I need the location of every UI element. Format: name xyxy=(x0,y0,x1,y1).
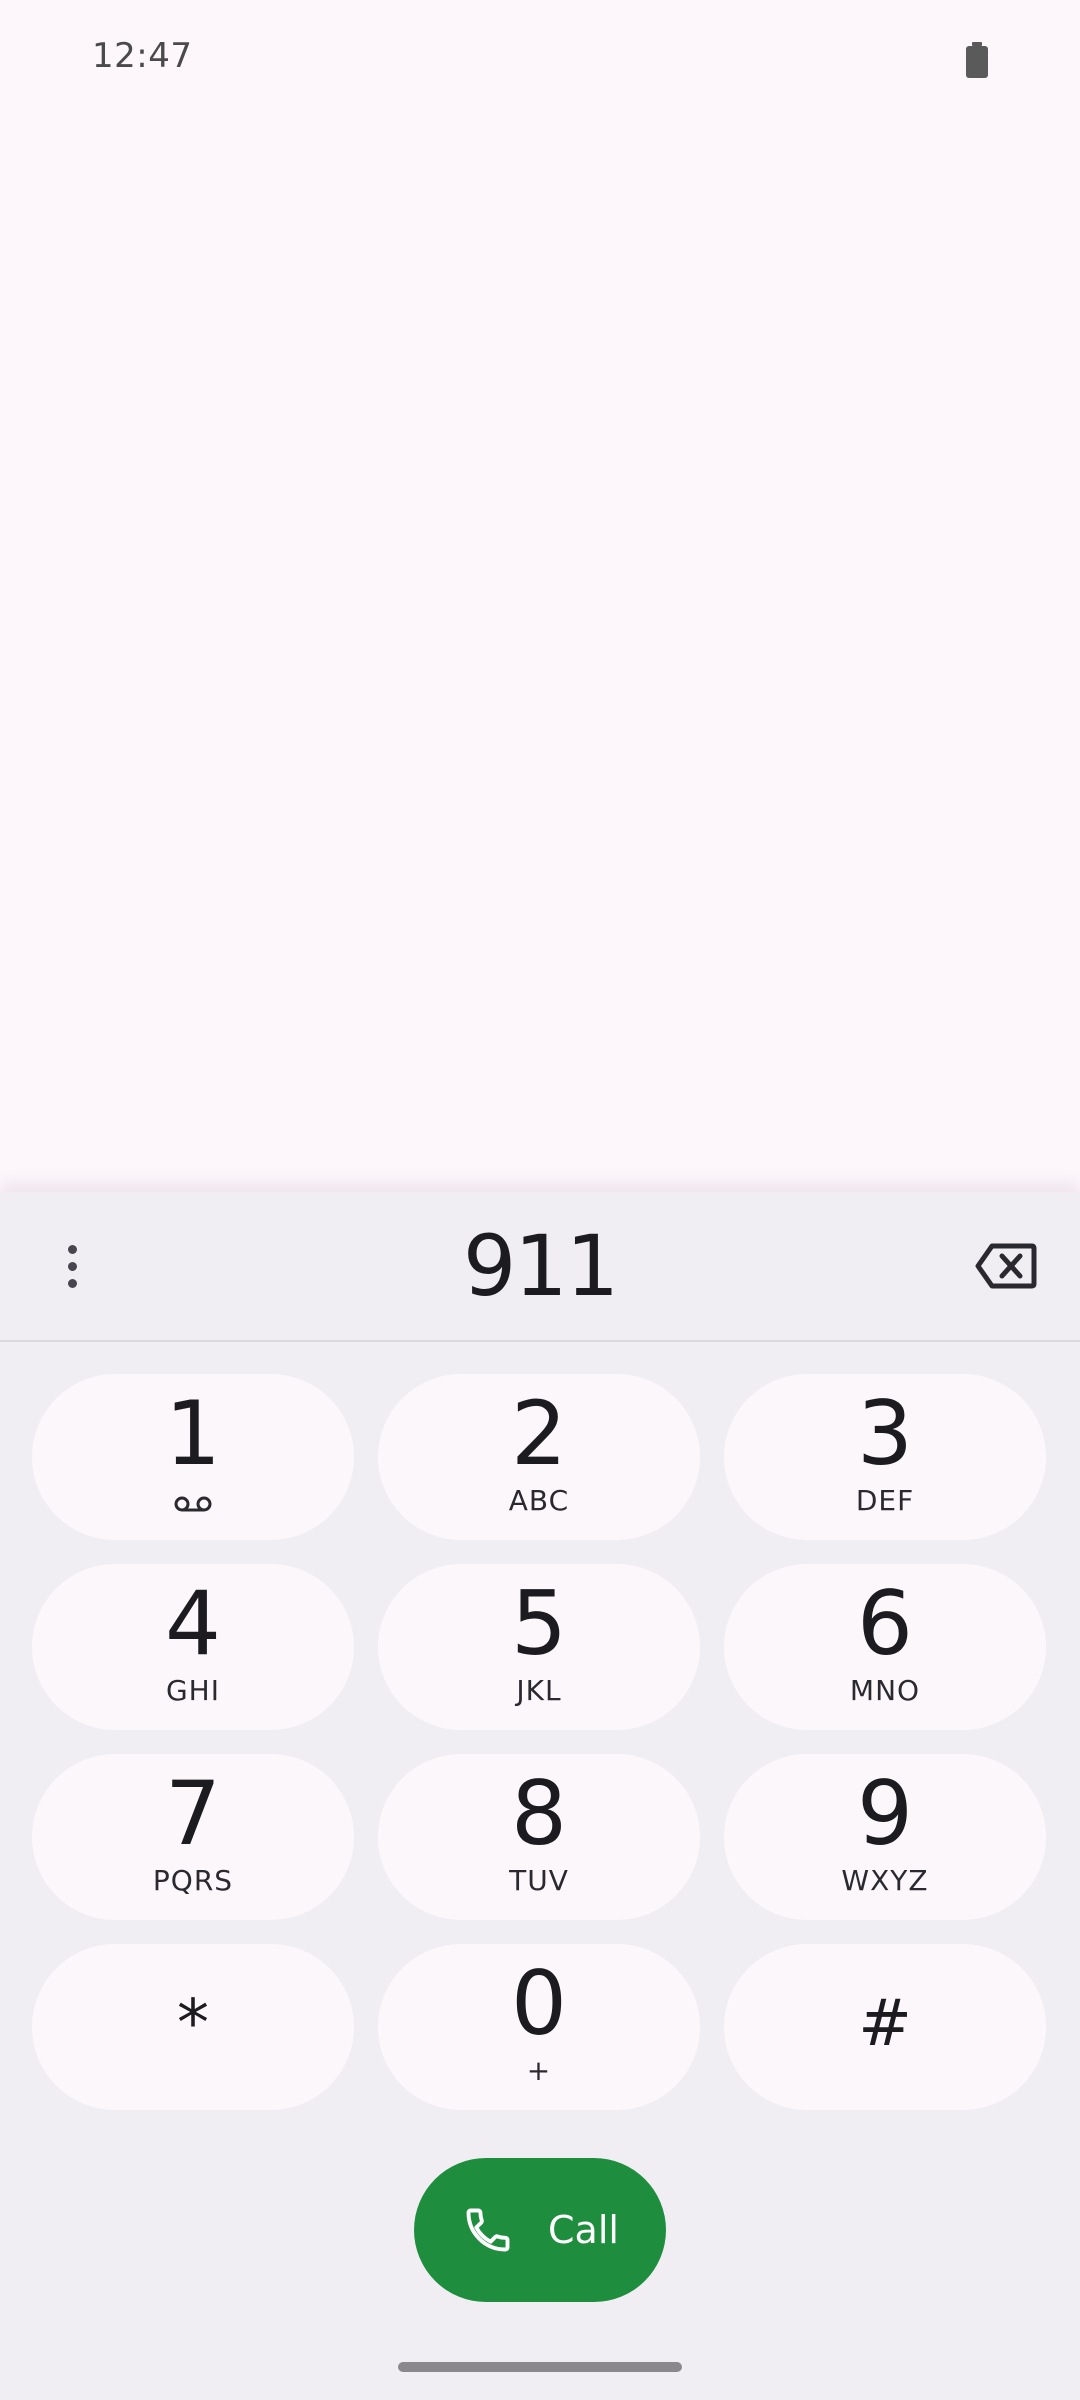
key-letters: MNO xyxy=(849,1674,921,1707)
dialpad-sheet: 911 1 2 ABC 3 DEF 4 GHI 5 JKL 6 MNO 7 PQ… xyxy=(0,1192,1080,2400)
dial-key-star[interactable]: * xyxy=(32,1944,354,2110)
voicemail-icon xyxy=(174,1496,212,1512)
key-digit: 2 xyxy=(511,1382,567,1485)
battery-full-icon xyxy=(966,42,988,78)
key-digit: 4 xyxy=(165,1572,221,1675)
dial-key-9[interactable]: 9 WXYZ xyxy=(724,1754,1046,1920)
dial-key-1[interactable]: 1 xyxy=(32,1374,354,1540)
key-letters: DEF xyxy=(855,1484,915,1517)
key-digit: 7 xyxy=(165,1762,221,1865)
key-digit: 0 xyxy=(511,1952,567,2055)
key-digit: 1 xyxy=(165,1382,221,1485)
key-letters: ABC xyxy=(508,1484,570,1517)
dial-key-pound[interactable]: # xyxy=(724,1944,1046,2110)
phone-icon xyxy=(466,2208,510,2252)
dial-key-4[interactable]: 4 GHI xyxy=(32,1564,354,1730)
dialpad: 1 2 ABC 3 DEF 4 GHI 5 JKL 6 MNO 7 PQRS 8… xyxy=(0,1192,1080,2400)
dial-key-3[interactable]: 3 DEF xyxy=(724,1374,1046,1540)
key-letters: PQRS xyxy=(152,1864,234,1897)
dial-key-0[interactable]: 0 + xyxy=(378,1944,700,2110)
key-letters: JKL xyxy=(516,1674,562,1707)
key-digit: 5 xyxy=(511,1572,567,1675)
dial-key-7[interactable]: 7 PQRS xyxy=(32,1754,354,1920)
key-letters: + xyxy=(526,2054,552,2087)
key-symbol: # xyxy=(858,1987,912,2061)
key-digit: 3 xyxy=(857,1382,913,1485)
key-letters: WXYZ xyxy=(841,1864,929,1897)
status-time: 12:47 xyxy=(92,36,193,76)
key-digit: 9 xyxy=(857,1762,913,1865)
status-bar: 12:47 xyxy=(0,0,1080,120)
key-letters: TUV xyxy=(509,1864,569,1897)
key-letters: GHI xyxy=(165,1674,220,1707)
dial-key-8[interactable]: 8 TUV xyxy=(378,1754,700,1920)
dial-key-5[interactable]: 5 JKL xyxy=(378,1564,700,1730)
call-label: Call xyxy=(548,2208,619,2252)
key-digit: 8 xyxy=(511,1762,567,1865)
key-symbol: * xyxy=(177,1987,209,2061)
call-button[interactable]: Call xyxy=(414,2158,666,2302)
dial-key-2[interactable]: 2 ABC xyxy=(378,1374,700,1540)
dial-key-6[interactable]: 6 MNO xyxy=(724,1564,1046,1730)
home-indicator[interactable] xyxy=(398,2362,682,2372)
key-digit: 6 xyxy=(857,1572,913,1675)
